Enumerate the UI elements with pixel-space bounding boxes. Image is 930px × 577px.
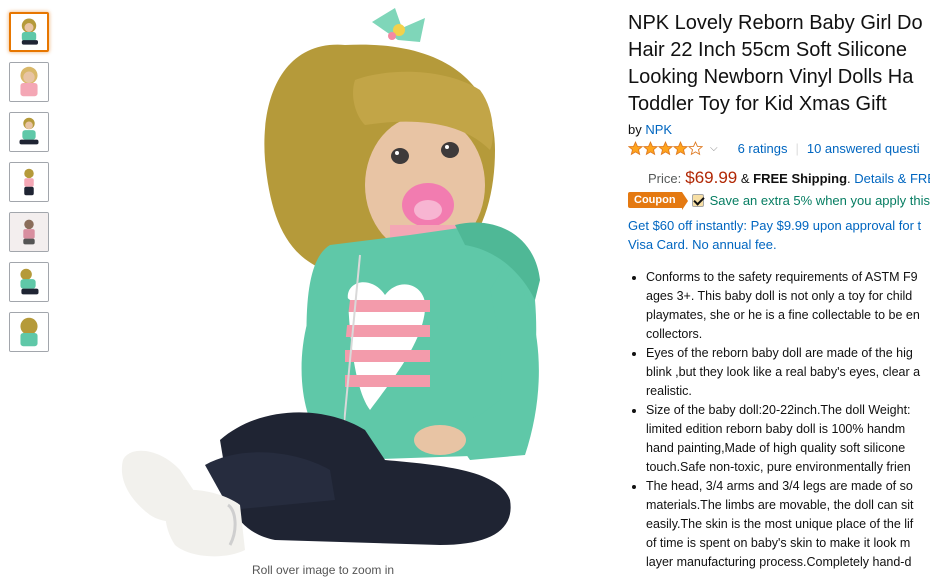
main-product-image[interactable]	[110, 0, 560, 565]
by-label: by	[628, 122, 642, 137]
chevron-down-icon[interactable]: ⌵	[710, 143, 718, 154]
byline: by NPK	[628, 122, 930, 137]
feature-bullet: The head, 3/4 arms and 3/4 legs are made…	[646, 477, 930, 572]
divider: |	[795, 141, 799, 156]
star-icon	[628, 141, 643, 156]
shipping-details-link[interactable]: Details	[854, 171, 894, 186]
brand-link[interactable]: NPK	[645, 122, 672, 137]
shipping-amp: &	[740, 171, 750, 186]
ratings-count-link[interactable]: 6 ratings	[738, 141, 788, 156]
star-icon	[688, 141, 703, 156]
thumbnail-3[interactable]	[9, 112, 49, 152]
thumbnail-7[interactable]	[9, 312, 49, 352]
feature-bullets: Conforms to the safety requirements of A…	[628, 268, 930, 572]
feature-bullet: Conforms to the safety requirements of A…	[646, 268, 930, 344]
star-icon	[658, 141, 673, 156]
feature-bullet: Eyes of the reborn baby doll are made of…	[646, 344, 930, 401]
price-row: Price: $69.99 & FREE Shipping. Details & …	[628, 168, 930, 188]
shipping-dot: .	[847, 171, 851, 186]
price-label: Price:	[648, 171, 682, 186]
rating-row: ⌵ 6 ratings | 10 answered questi	[628, 141, 930, 156]
coupon-text[interactable]: Save an extra 5% when you apply this	[710, 193, 930, 208]
free-shipping-text: FREE Shipping	[753, 171, 848, 186]
product-details: NPK Lovely Reborn Baby Girl Do Hair 22 I…	[628, 10, 930, 575]
card-offer-link[interactable]: Get $60 off instantly: Pay $9.99 upon ap…	[628, 216, 930, 254]
thumbnail-1[interactable]	[9, 12, 49, 52]
thumbnail-6[interactable]	[9, 262, 49, 302]
thumbnail-5[interactable]	[9, 212, 49, 252]
price-value: $69.99	[685, 168, 738, 187]
product-title: NPK Lovely Reborn Baby Girl Do Hair 22 I…	[628, 12, 923, 115]
coupon-badge: Coupon	[628, 192, 688, 210]
coupon-checkbox[interactable]	[691, 193, 704, 207]
doll-illustration	[121, 8, 540, 557]
star-icon	[673, 141, 688, 156]
star-rating[interactable]	[628, 141, 703, 156]
thumbnail-list	[9, 12, 53, 362]
star-icon	[643, 141, 658, 156]
coupon-row: Coupon Save an extra 5% when you apply t…	[628, 192, 930, 210]
answered-questions-link[interactable]: 10 answered questi	[807, 141, 920, 156]
free-returns-link[interactable]: & FRE	[898, 171, 930, 186]
thumbnail-4[interactable]	[9, 162, 49, 202]
feature-bullet: Size of the baby doll:20-22inch.The doll…	[646, 401, 930, 477]
thumbnail-2[interactable]	[9, 62, 49, 102]
